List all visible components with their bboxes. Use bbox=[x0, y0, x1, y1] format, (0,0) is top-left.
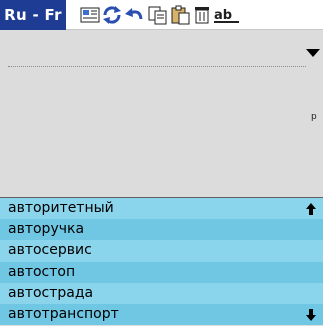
list-item[interactable]: автосервис bbox=[0, 240, 323, 262]
dictionary-icon[interactable] bbox=[80, 5, 100, 25]
app-title[interactable]: Ru - Fr bbox=[0, 0, 66, 30]
undo-icon[interactable] bbox=[124, 5, 144, 25]
entry-area[interactable]: p bbox=[0, 30, 323, 197]
abc-label: ab bbox=[214, 8, 232, 23]
entry-input-line[interactable] bbox=[8, 66, 306, 67]
list-item[interactable]: автотранспорт bbox=[0, 303, 323, 326]
word-list[interactable]: авторитетный авторучка автосервис автост… bbox=[0, 197, 323, 326]
trash-icon[interactable] bbox=[192, 5, 212, 25]
side-label: p bbox=[311, 112, 317, 122]
scroll-up-icon[interactable] bbox=[305, 202, 317, 216]
dropdown-arrow-icon[interactable] bbox=[305, 44, 321, 57]
copy-icon[interactable] bbox=[147, 5, 167, 25]
scroll-down-icon[interactable] bbox=[305, 308, 317, 322]
list-item[interactable]: автостоп bbox=[0, 261, 323, 283]
list-item[interactable]: авторучка bbox=[0, 219, 323, 241]
paste-icon[interactable] bbox=[170, 5, 190, 25]
refresh-icon[interactable] bbox=[101, 5, 121, 25]
toolbar: Ru - Fr ab bbox=[0, 0, 323, 30]
abc-icon[interactable]: ab bbox=[213, 5, 241, 25]
list-item[interactable]: авторитетный bbox=[0, 198, 323, 220]
list-item[interactable]: автострада bbox=[0, 282, 323, 304]
